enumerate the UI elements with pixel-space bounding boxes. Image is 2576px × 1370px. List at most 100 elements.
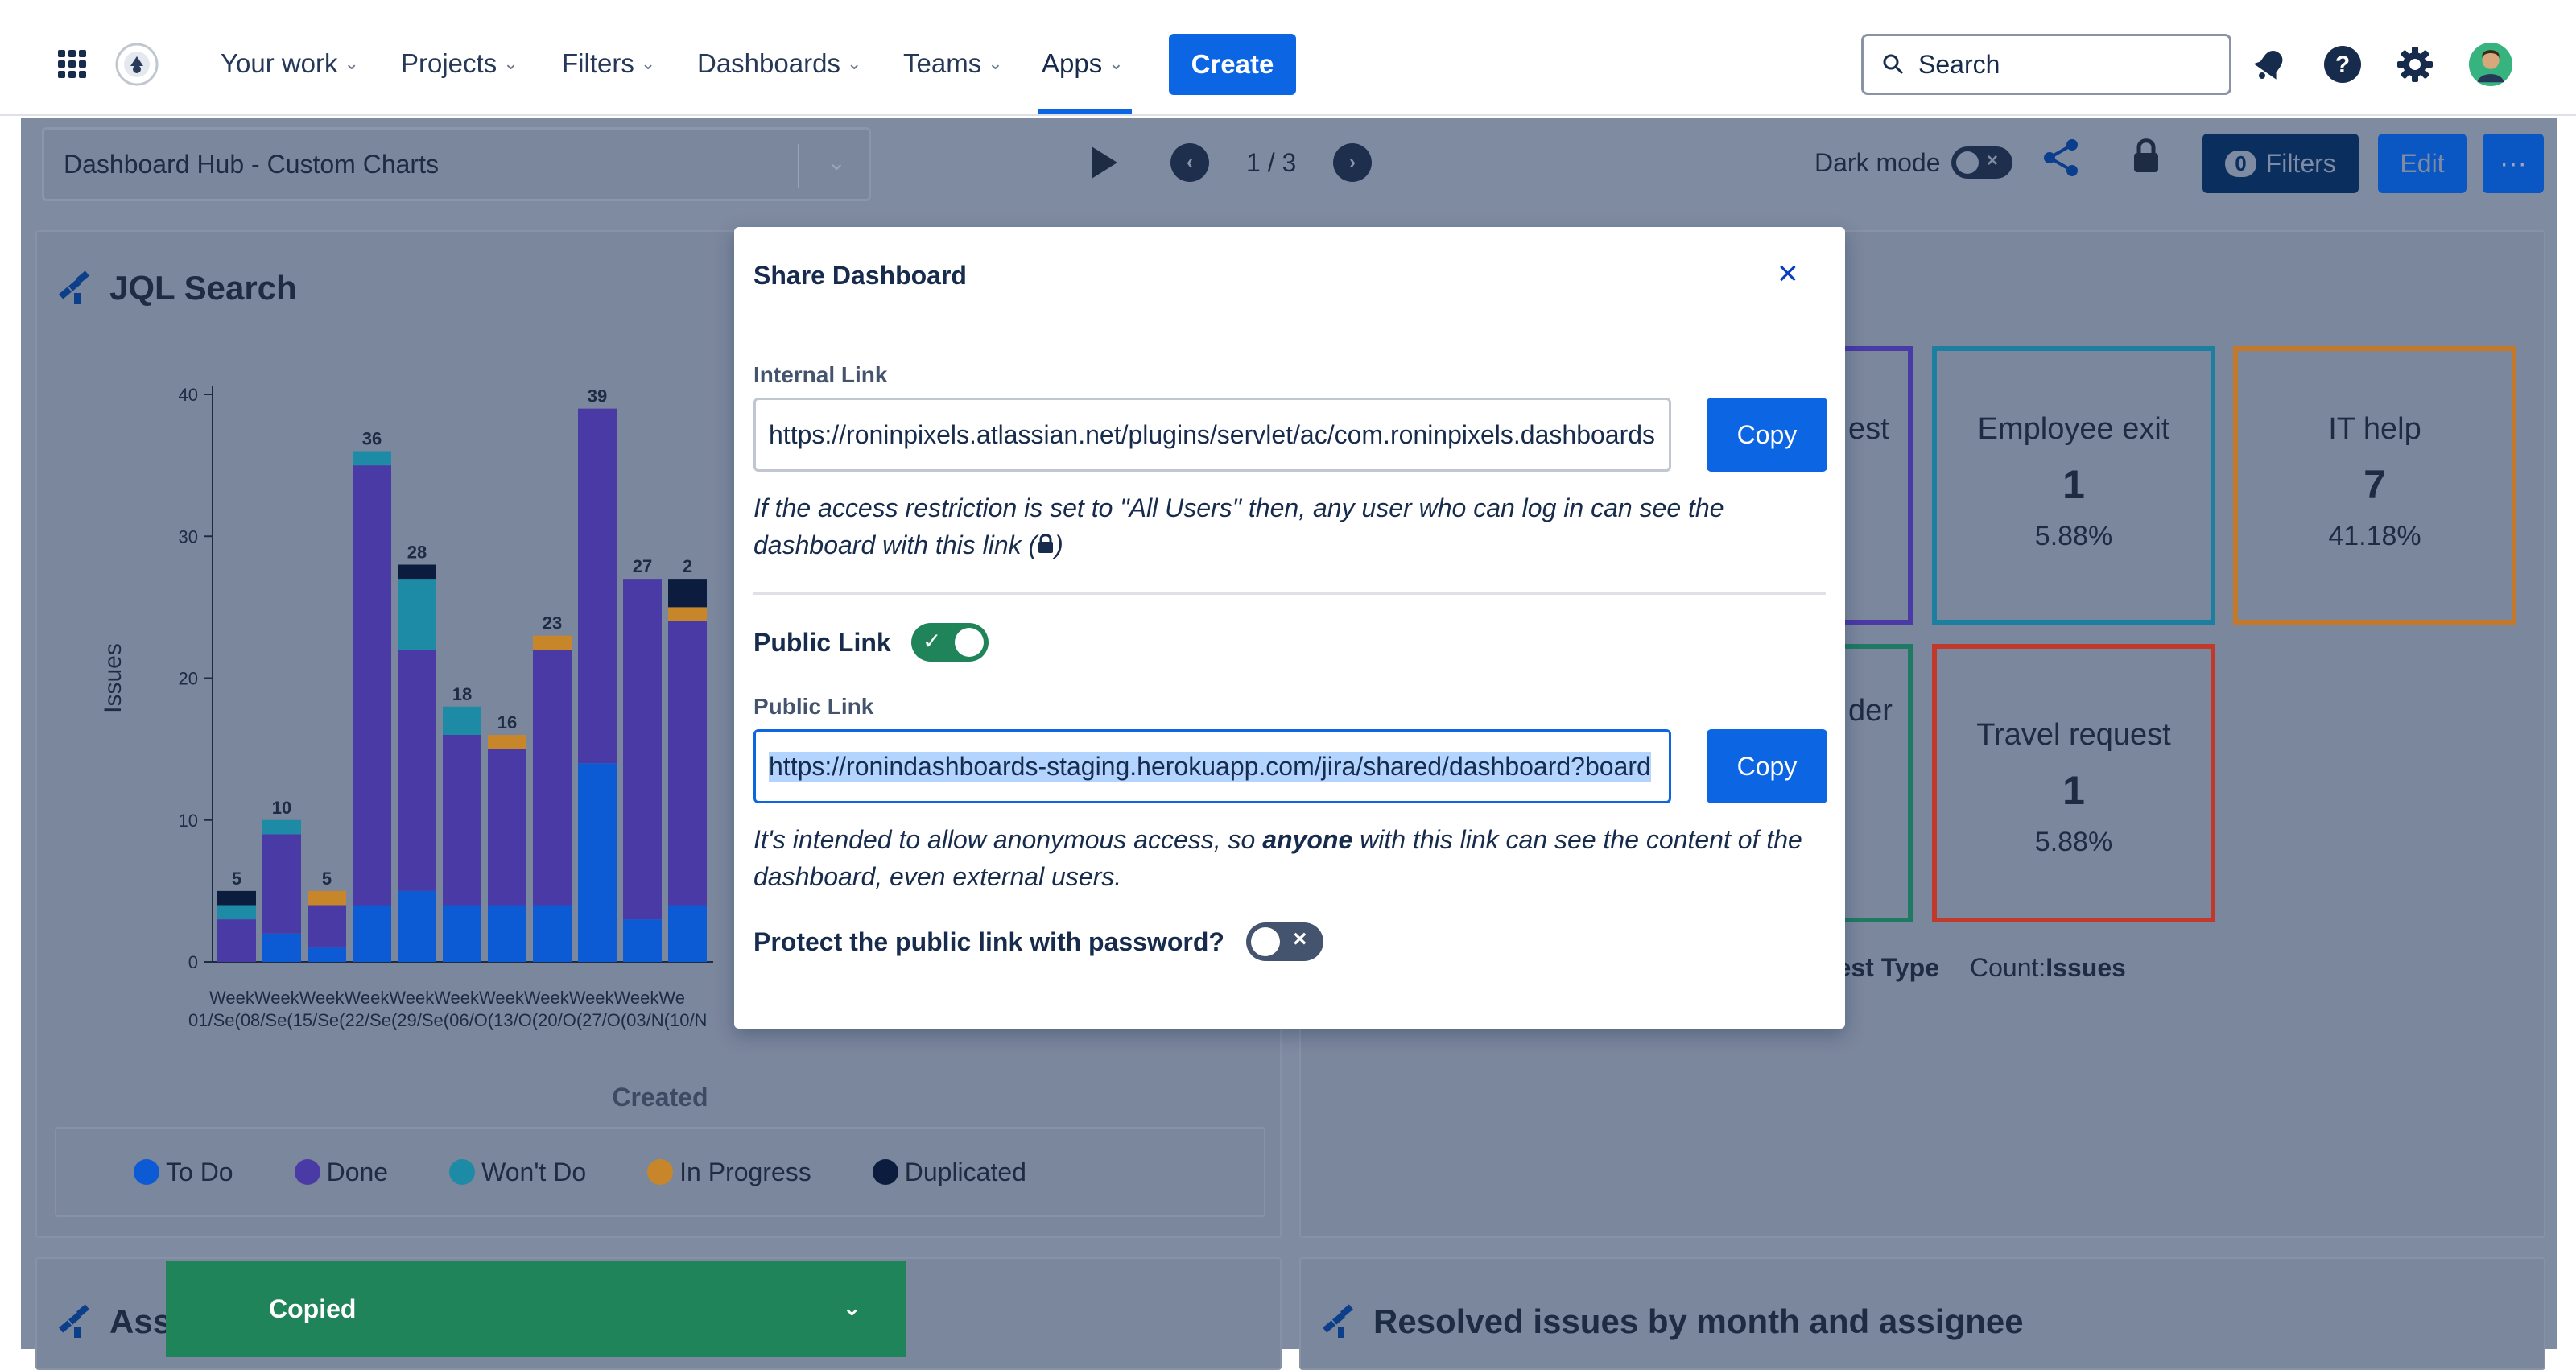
- card-percent: 5.88%: [2034, 521, 2113, 551]
- toggle-knob: [1956, 151, 1979, 174]
- copied-toast[interactable]: Copied ⌄: [166, 1261, 906, 1357]
- page-indicator: 1 / 3: [1246, 148, 1297, 177]
- internal-note-end: ): [1055, 530, 1063, 559]
- nav-your-work[interactable]: Your work ⌄: [221, 48, 359, 79]
- active-tab-indicator: [1038, 109, 1132, 114]
- card-name: Travel request: [1976, 718, 2171, 752]
- y-tick-label: 30: [179, 526, 198, 547]
- legend-label: Duplicated: [904, 1157, 1026, 1186]
- lock-icon[interactable]: [2132, 137, 2161, 178]
- legend-dot: [647, 1159, 674, 1185]
- card-it-help[interactable]: IT help 7 41.18%: [2233, 346, 2516, 625]
- nav-dashboards[interactable]: Dashboards ⌄: [697, 48, 861, 79]
- more-options-button[interactable]: ···: [2483, 134, 2544, 193]
- legend-item-duplicated[interactable]: Duplicated: [872, 1157, 1026, 1187]
- modal-title: Share Dashboard: [753, 261, 967, 290]
- user-avatar[interactable]: [2468, 42, 2513, 87]
- nav-label: Dashboards: [697, 48, 840, 78]
- help-icon[interactable]: ?: [2320, 42, 2365, 87]
- card-percent: 41.18%: [2328, 521, 2421, 551]
- legend-dot: [872, 1159, 898, 1185]
- legend-item-done[interactable]: Done: [294, 1157, 388, 1187]
- legend-item-in-progress[interactable]: In Progress: [647, 1157, 811, 1187]
- bar-segment: [353, 451, 391, 466]
- legend-label: To Do: [166, 1157, 233, 1186]
- card-employee-exit[interactable]: Employee exit 1 5.88%: [1932, 346, 2215, 625]
- nav-teams[interactable]: Teams ⌄: [903, 48, 1003, 79]
- gadget-title: JQL Search: [56, 269, 297, 307]
- top-navigation: Your work ⌄ Projects ⌄ Filters ⌄ Dashboards…: [0, 0, 2576, 116]
- bar-segment: [398, 650, 436, 891]
- dark-mode-toggle[interactable]: ×: [1951, 146, 2013, 179]
- y-tick-label: 40: [179, 385, 198, 405]
- toggle-knob: [955, 628, 984, 657]
- internal-link-field[interactable]: https://roninpixels.atlassian.net/plugin…: [753, 398, 1671, 472]
- play-icon[interactable]: [1088, 145, 1121, 184]
- bar-segment: [533, 650, 572, 906]
- bar-segment: [308, 947, 346, 962]
- bar-segment: [398, 890, 436, 962]
- bar-segment: [623, 919, 662, 962]
- app-switcher-icon[interactable]: [50, 42, 95, 87]
- nav-apps[interactable]: Apps ⌄: [1042, 48, 1124, 79]
- dashboard-select[interactable]: Dashboard Hub - Custom Charts ⌄: [42, 127, 871, 201]
- y-tick-label: 10: [179, 811, 198, 831]
- create-button[interactable]: Create: [1169, 34, 1296, 95]
- share-dashboard-modal: Share Dashboard × Internal Link https://…: [734, 227, 1845, 1029]
- previous-page-icon[interactable]: ‹: [1170, 143, 1209, 182]
- public-link-toggle[interactable]: ✓: [911, 623, 989, 662]
- dark-mode-label: Dark mode: [1814, 148, 1941, 177]
- copy-internal-link-button[interactable]: Copy: [1707, 398, 1827, 472]
- nav-projects[interactable]: Projects ⌄: [401, 48, 518, 79]
- password-protect-toggle[interactable]: ×: [1246, 922, 1323, 961]
- gadget-title: Ass: [56, 1302, 171, 1341]
- next-page-icon[interactable]: ›: [1333, 143, 1372, 182]
- share-icon[interactable]: [2041, 138, 2082, 181]
- bar-segment: [668, 905, 707, 962]
- search-input[interactable]: Search: [1861, 34, 2231, 95]
- bar-total-label: 28: [407, 543, 427, 563]
- legend-dot: [449, 1159, 476, 1185]
- bar-segment: [262, 933, 301, 962]
- gadget-logo-icon: [1323, 1304, 1353, 1338]
- bar-segment: [578, 763, 617, 962]
- chevron-down-icon: ⌄: [846, 53, 862, 73]
- close-icon[interactable]: ×: [1777, 256, 1798, 291]
- gadget-title-text: Resolved issues by month and assignee: [1373, 1302, 2024, 1340]
- notifications-icon[interactable]: [2248, 42, 2293, 87]
- close-icon: ×: [1987, 150, 1999, 171]
- chevron-down-icon[interactable]: ⌄: [843, 1294, 861, 1321]
- bar-segment: [353, 905, 391, 962]
- gadget-title-text: Ass: [109, 1302, 172, 1340]
- legend-item-to-do[interactable]: To Do: [134, 1157, 233, 1187]
- site-logo-icon[interactable]: [114, 42, 159, 87]
- public-note-bold: anyone: [1262, 825, 1353, 854]
- nav-filters[interactable]: Filters ⌄: [562, 48, 655, 79]
- chevron-down-icon: ⌄: [1108, 53, 1124, 73]
- public-link-label: Public Link: [753, 694, 874, 719]
- legend-item-wont-do[interactable]: Won't Do: [449, 1157, 586, 1187]
- bar-total-label: 36: [362, 429, 382, 449]
- password-protect-label: Protect the public link with password?: [753, 927, 1224, 956]
- copy-public-link-button[interactable]: Copy: [1707, 729, 1827, 803]
- gadget-footer: uest Type Count:Issues: [1821, 953, 2126, 983]
- edit-button[interactable]: Edit: [2378, 134, 2467, 193]
- public-link-field[interactable]: https://ronindashboards-staging.herokuap…: [753, 729, 1671, 803]
- divider: [753, 592, 1826, 595]
- bar-total-label: 39: [588, 386, 607, 406]
- internal-link-value: https://roninpixels.atlassian.net/plugin…: [769, 419, 1656, 449]
- internal-link-label: Internal Link: [753, 362, 888, 387]
- legend-label: In Progress: [679, 1157, 811, 1186]
- bar-segment: [488, 735, 526, 749]
- bar-segment: [668, 579, 707, 608]
- card-travel-request[interactable]: Travel request 1 5.88%: [1932, 644, 2215, 922]
- legend-label: Won't Do: [481, 1157, 587, 1186]
- nav-label: Projects: [401, 48, 497, 78]
- filters-button[interactable]: 0 Filters: [2202, 134, 2359, 193]
- page: Your work ⌄ Projects ⌄ Filters ⌄ Dashboards…: [0, 0, 2576, 1370]
- bar-segment: [217, 890, 256, 906]
- settings-gear-icon[interactable]: [2392, 42, 2438, 87]
- legend-dot: [134, 1159, 159, 1185]
- bar-segment: [668, 607, 707, 621]
- x-axis-title: Created: [612, 1083, 708, 1111]
